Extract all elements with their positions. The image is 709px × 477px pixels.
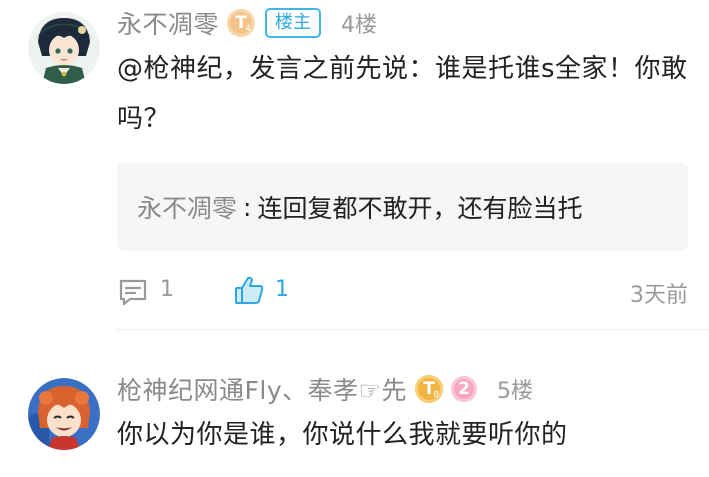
comment-count: 1	[160, 277, 174, 302]
avatar[interactable]	[28, 378, 100, 450]
post-actions: 1 1 3天前	[117, 272, 688, 312]
quoted-reply[interactable]: 永不凋零 : 连回复都不敢开，还有脸当托	[117, 163, 688, 251]
username[interactable]: 枪神纪网通Fly、奉孝☞先	[117, 371, 407, 407]
quote-separator: :	[243, 192, 252, 222]
post-content: 你以为你是谁，你说什么我就要听你的	[117, 420, 568, 450]
username[interactable]: 永不凋零	[117, 5, 219, 41]
level-badge-number: 8	[433, 390, 440, 400]
post-header: 枪神纪网通Fly、奉孝☞先 T 8 2 5楼	[117, 372, 533, 406]
post-header: 永不凋零 T 4 楼主 4楼	[117, 6, 377, 40]
floor-owner-badge: 楼主	[265, 8, 322, 38]
level-badge-icon: T 4	[227, 9, 256, 37]
quote-text: 连回复都不敢开，还有脸当托	[257, 194, 583, 223]
quote-username[interactable]: 永不凋零	[137, 189, 237, 225]
post-time: 3天前	[630, 283, 688, 308]
comment-icon[interactable]	[117, 276, 149, 308]
level-badge-number: 4	[245, 24, 252, 34]
like-count: 1	[275, 277, 289, 302]
divider	[117, 329, 709, 330]
member-badge-icon: 2	[451, 376, 478, 402]
level-badge-icon: T 8	[415, 375, 444, 403]
floor-number: 5楼	[497, 379, 534, 404]
post-content: @枪神纪，发言之前先说：谁是托谁s全家！你敢吗？	[117, 54, 688, 134]
comment-thread: 永不凋零 T 4 楼主 4楼 @枪神纪，发言之前先说：谁是托谁s全家！你敢吗？ …	[0, 0, 709, 477]
thumbs-up-icon[interactable]	[233, 274, 265, 306]
floor-number: 4楼	[341, 13, 378, 38]
avatar[interactable]	[28, 12, 100, 84]
